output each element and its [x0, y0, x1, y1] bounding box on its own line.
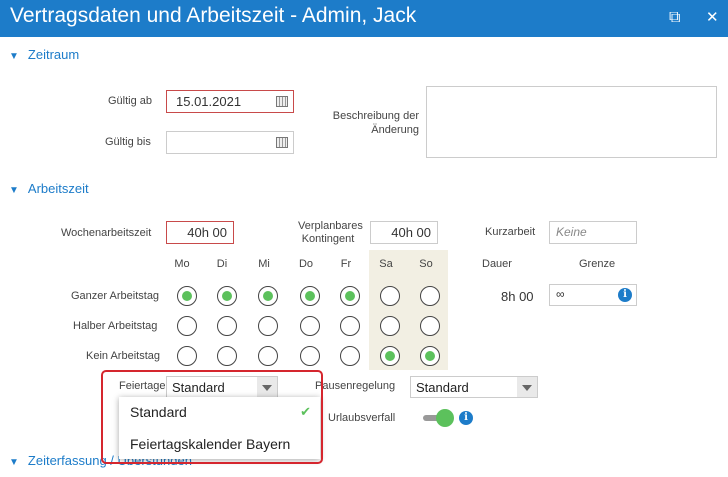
- day-header-mo: Mo: [174, 258, 190, 270]
- workday-radio-so[interactable]: [420, 316, 440, 336]
- workday-radio-fr[interactable]: [340, 346, 360, 366]
- grenze-value: ∞: [556, 287, 565, 301]
- urlaubsverfall-label: Urlaubsverfall: [328, 412, 396, 424]
- kurzarbeit-field[interactable]: Keine: [549, 221, 637, 244]
- row-label-ganzer: Ganzer Arbeitstag: [71, 290, 160, 302]
- verplanbares-label-line2: Kontingent: [301, 233, 355, 245]
- section-arbeitszeit-header[interactable]: ▼ Arbeitszeit: [9, 181, 89, 196]
- info-icon[interactable]: i: [459, 411, 473, 425]
- grenze-field[interactable]: ∞ i: [549, 284, 637, 306]
- gueltig-ab-field[interactable]: 15.01.2021: [166, 90, 294, 113]
- verplanbares-value: 40h 00: [391, 225, 431, 240]
- window-title: Vertragsdaten und Arbeitszeit - Admin, J…: [10, 4, 417, 27]
- workday-radio-mi[interactable]: [258, 286, 278, 306]
- kurzarbeit-label: Kurzarbeit: [485, 226, 536, 238]
- workday-radio-mo[interactable]: [177, 346, 197, 366]
- kurzarbeit-placeholder: Keine: [556, 225, 587, 239]
- restore-window-icon[interactable]: ⧉: [669, 9, 680, 27]
- workday-radio-mi[interactable]: [258, 316, 278, 336]
- day-header-so: So: [419, 258, 433, 270]
- workday-radio-mo[interactable]: [177, 286, 197, 306]
- section-arbeitszeit-title: Arbeitszeit: [27, 181, 89, 196]
- workday-radio-so[interactable]: [420, 286, 440, 306]
- workday-radio-so[interactable]: [420, 346, 440, 366]
- calendar-icon[interactable]: [276, 96, 288, 107]
- gueltig-bis-label: Gültig bis: [105, 136, 151, 148]
- day-header-di: Di: [216, 258, 228, 270]
- beschreibung-label: Beschreibung der Änderung: [320, 109, 419, 137]
- row-label-kein: Kein Arbeitstag: [86, 350, 160, 362]
- workday-radio-do[interactable]: [300, 316, 320, 336]
- workday-radio-fr[interactable]: [340, 316, 360, 336]
- pausenregelung-select-value: Standard: [416, 380, 469, 395]
- workday-radio-di[interactable]: [217, 346, 237, 366]
- urlaubsverfall-toggle[interactable]: [421, 409, 457, 427]
- workday-radio-mi[interactable]: [258, 346, 278, 366]
- close-icon[interactable]: ✕: [706, 9, 719, 27]
- section-zeitraum-title: Zeitraum: [27, 47, 80, 62]
- beschreibung-label-line2: Änderung: [371, 124, 419, 136]
- workday-radio-do[interactable]: [300, 286, 320, 306]
- annotation-highlight-box: [101, 370, 323, 464]
- collapse-triangle-icon: ▼: [9, 457, 19, 468]
- day-header-fr: Fr: [340, 258, 352, 270]
- row-label-halber: Halber Arbeitstag: [73, 320, 158, 332]
- collapse-triangle-icon: ▼: [9, 185, 19, 196]
- gueltig-bis-field[interactable]: [166, 131, 294, 154]
- verplanbares-label: Verplanbares Kontingent: [298, 220, 363, 246]
- day-header-sa: Sa: [379, 258, 393, 270]
- grenze-header: Grenze: [579, 258, 616, 270]
- calendar-icon[interactable]: [276, 137, 288, 148]
- wochenarbeitszeit-field[interactable]: 40h 00: [166, 221, 234, 244]
- pausenregelung-label: Pausenregelung: [315, 380, 396, 392]
- pausenregelung-select[interactable]: Standard: [410, 376, 538, 398]
- workday-radio-di[interactable]: [217, 286, 237, 306]
- workday-radio-sa[interactable]: [380, 316, 400, 336]
- verplanbares-label-line1: Verplanbares: [298, 220, 363, 232]
- workday-radio-di[interactable]: [217, 316, 237, 336]
- workday-radio-mo[interactable]: [177, 316, 197, 336]
- day-header-mi: Mi: [258, 258, 270, 270]
- dauer-value: 8h 00: [501, 289, 534, 304]
- workday-radio-sa[interactable]: [380, 286, 400, 306]
- workday-radio-fr[interactable]: [340, 286, 360, 306]
- dauer-header: Dauer: [482, 258, 512, 270]
- collapse-triangle-icon: ▼: [9, 51, 19, 62]
- gueltig-ab-value: 15.01.2021: [176, 94, 242, 109]
- section-zeitraum-header[interactable]: ▼ Zeitraum: [9, 47, 79, 62]
- beschreibung-textarea[interactable]: [426, 86, 717, 158]
- toggle-knob: [436, 409, 454, 427]
- workday-radio-sa[interactable]: [380, 346, 400, 366]
- beschreibung-label-line1: Beschreibung der: [332, 110, 419, 122]
- gueltig-ab-label: Gültig ab: [108, 95, 153, 107]
- verplanbares-field[interactable]: 40h 00: [370, 221, 438, 244]
- workday-radio-do[interactable]: [300, 346, 320, 366]
- day-header-do: Do: [298, 258, 314, 270]
- chevron-down-icon[interactable]: [517, 377, 537, 397]
- info-icon[interactable]: i: [618, 288, 632, 302]
- wochenarbeitszeit-value: 40h 00: [187, 225, 227, 240]
- wochenarbeitszeit-label: Wochenarbeitszeit: [61, 227, 152, 239]
